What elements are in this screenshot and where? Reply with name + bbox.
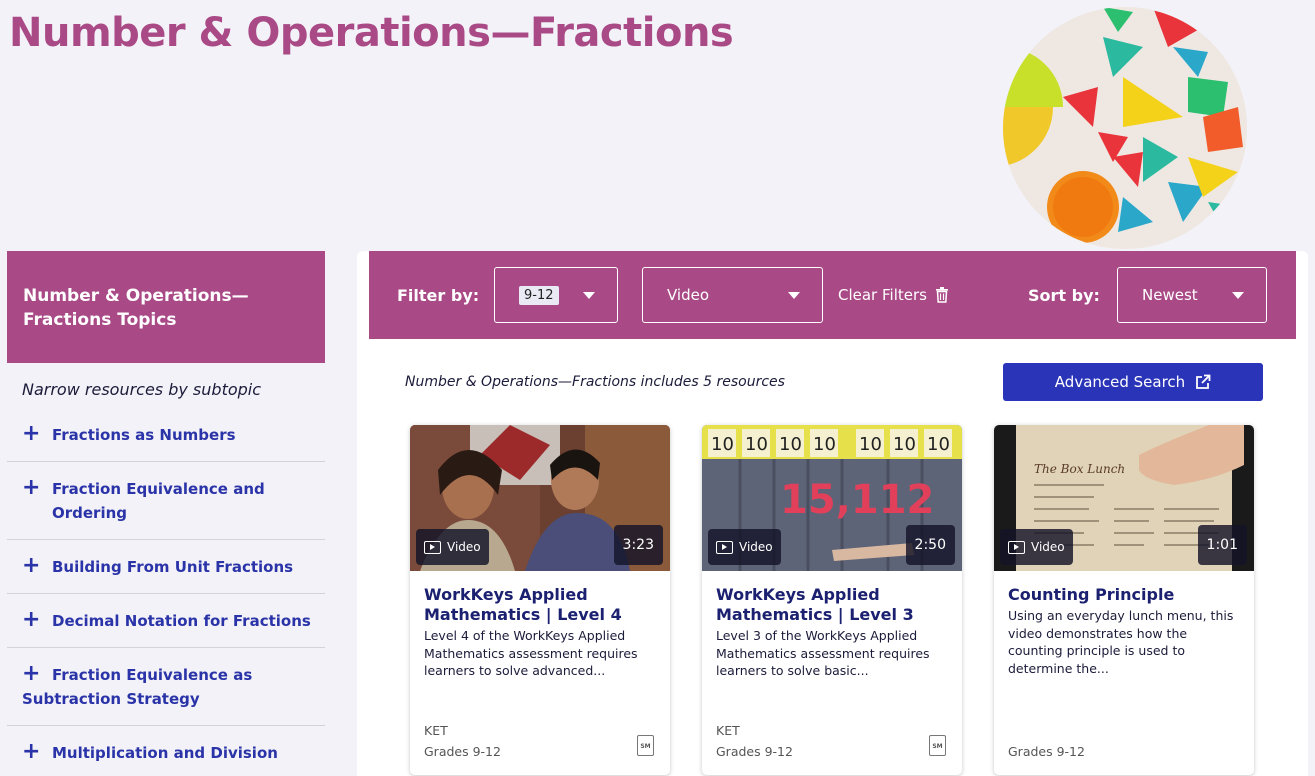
- filter-bar: Filter by: 9-12 Video Clear Filters Sort…: [369, 251, 1296, 339]
- resources-panel: Filter by: 9-12 Video Clear Filters Sort…: [357, 251, 1308, 776]
- card-grades: Grades 9-12: [424, 744, 501, 759]
- card-description: Level 4 of the WorkKeys Applied Mathemat…: [424, 628, 638, 678]
- place-value-label: 10: [711, 434, 734, 455]
- card-grades: Grades 9-12: [716, 744, 793, 759]
- grade-value: 9-12: [519, 285, 559, 305]
- resource-card[interactable]: Video 3:23 WorkKeys Applied Mathematics …: [410, 425, 670, 775]
- topic-label: Multiplication and Division: [52, 744, 278, 762]
- place-value-label: 10: [813, 434, 836, 455]
- card-description: Level 3 of the WorkKeys Applied Mathemat…: [716, 628, 930, 678]
- place-value-label: 10: [745, 434, 768, 455]
- type-select[interactable]: Video: [642, 267, 823, 323]
- menu-title: The Box Lunch: [1034, 462, 1125, 476]
- card-source: KET: [716, 723, 740, 738]
- topic-label: Fraction Equivalence and Ordering: [52, 480, 265, 522]
- chevron-down-icon: [1232, 292, 1244, 299]
- topic-multiplication-division[interactable]: + Multiplication and Division: [7, 726, 325, 776]
- play-icon: [1008, 540, 1025, 554]
- sort-label: Sort by:: [1028, 286, 1100, 305]
- card-title[interactable]: WorkKeys Applied Mathematics | Level 3: [702, 571, 962, 625]
- video-type-badge: Video: [1000, 529, 1073, 565]
- sidebar-heading: Number & Operations—Fractions Topics: [7, 251, 325, 363]
- results-count: Number & Operations—Fractions includes 5…: [405, 374, 785, 390]
- place-value-label: 10: [859, 434, 882, 455]
- video-duration: 2:50: [905, 525, 955, 565]
- card-title[interactable]: Counting Principle: [994, 571, 1254, 605]
- topic-label: Decimal Notation for Fractions: [52, 612, 311, 630]
- fraction-tiles-image: [1003, 7, 1247, 249]
- external-link-icon: [1196, 374, 1211, 389]
- card-description: Using an everyday lunch menu, this video…: [1008, 608, 1234, 676]
- resource-card[interactable]: 10 10 10 10 10 10 10 15,112 Video 2:50 W…: [702, 425, 962, 775]
- filter-label: Filter by:: [397, 286, 480, 305]
- topic-fraction-equivalence-subtraction[interactable]: + Fraction Equivalence as Subtraction Str…: [7, 648, 325, 726]
- grade-select[interactable]: 9-12: [494, 267, 618, 323]
- type-value: Video: [667, 286, 710, 304]
- sidebar-subheading: Narrow resources by subtopic: [22, 380, 262, 399]
- video-type-badge: Video: [416, 529, 489, 565]
- page-title: Number & Operations—Fractions: [9, 10, 734, 56]
- clear-filters-label: Clear Filters: [838, 286, 927, 304]
- video-thumbnail[interactable]: The Box Lunch Video 1:01: [994, 425, 1254, 571]
- support-materials-icon: SM: [637, 735, 654, 756]
- video-thumbnail[interactable]: Video 3:23: [410, 425, 670, 571]
- topic-fractions-as-numbers[interactable]: + Fractions as Numbers: [7, 415, 325, 462]
- advanced-search-label: Advanced Search: [1054, 373, 1186, 391]
- plus-icon: +: [22, 421, 41, 446]
- topic-label: Fractions as Numbers: [52, 426, 236, 444]
- topics-sidebar: Number & Operations—Fractions Topics Nar…: [7, 251, 325, 776]
- play-icon: [424, 540, 441, 554]
- topic-building-from-unit-fractions[interactable]: + Building From Unit Fractions: [7, 540, 325, 594]
- number-display: 15,112: [780, 477, 934, 523]
- trash-icon: [935, 287, 948, 303]
- plus-icon: +: [22, 607, 41, 632]
- topic-label: Fraction Equivalence as Subtraction Stra…: [22, 666, 253, 708]
- card-source: KET: [424, 723, 448, 738]
- clear-filters-button[interactable]: Clear Filters: [838, 286, 949, 304]
- sort-select[interactable]: Newest: [1117, 267, 1267, 323]
- play-icon: [716, 540, 733, 554]
- place-value-label: 10: [893, 434, 916, 455]
- topic-fraction-equivalence-ordering[interactable]: + Fraction Equivalence and Ordering: [7, 462, 325, 540]
- chevron-down-icon: [583, 292, 595, 299]
- place-value-label: 10: [927, 434, 950, 455]
- card-grades: Grades 9-12: [1008, 744, 1085, 759]
- video-duration: 1:01: [1197, 525, 1247, 565]
- plus-icon: +: [22, 475, 41, 500]
- plus-icon: +: [22, 739, 41, 764]
- hero-image: [1003, 7, 1247, 249]
- video-duration: 3:23: [613, 525, 663, 565]
- card-title[interactable]: WorkKeys Applied Mathematics | Level 4: [410, 571, 670, 625]
- chevron-down-icon: [788, 292, 800, 299]
- resource-card[interactable]: The Box Lunch Video 1:01 Counting Princi…: [994, 425, 1254, 775]
- topic-label: Building From Unit Fractions: [52, 558, 294, 576]
- video-thumbnail[interactable]: 10 10 10 10 10 10 10 15,112 Video 2:50: [702, 425, 962, 571]
- video-type-label: Video: [739, 540, 773, 554]
- video-type-label: Video: [1031, 540, 1065, 554]
- plus-icon: +: [22, 661, 41, 686]
- place-value-label: 10: [779, 434, 802, 455]
- video-type-badge: Video: [708, 529, 781, 565]
- advanced-search-button[interactable]: Advanced Search: [1003, 363, 1263, 401]
- video-type-label: Video: [447, 540, 481, 554]
- plus-icon: +: [22, 553, 41, 578]
- topic-decimal-notation[interactable]: + Decimal Notation for Fractions: [7, 594, 325, 648]
- support-materials-icon: SM: [929, 735, 946, 756]
- sort-value: Newest: [1142, 286, 1198, 304]
